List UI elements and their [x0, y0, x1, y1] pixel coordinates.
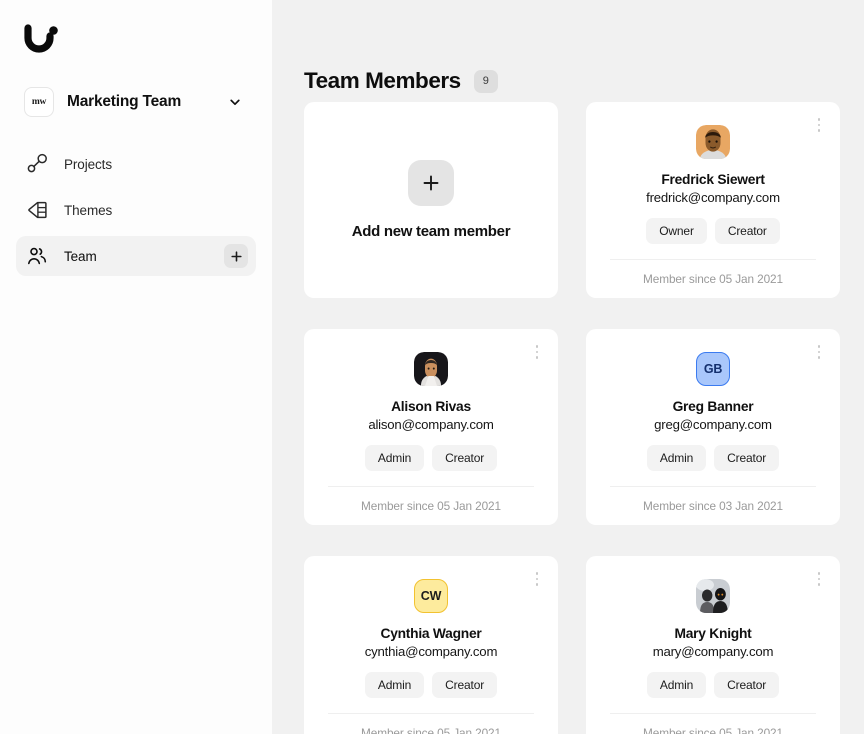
add-team-member-button[interactable]: [224, 244, 248, 268]
member-since: Member since 05 Jan 2021: [304, 726, 558, 734]
member-name: Fredrick Siewert: [661, 172, 764, 187]
nodes-icon: [26, 153, 48, 175]
avatar: [696, 579, 730, 613]
member-email: cynthia@company.com: [365, 644, 497, 659]
sidebar-item-label: Themes: [64, 203, 248, 218]
role-chip[interactable]: Creator: [714, 445, 779, 471]
member-since: Member since 03 Jan 2021: [586, 499, 840, 513]
member-name: Alison Rivas: [391, 399, 471, 414]
member-name: Greg Banner: [673, 399, 754, 414]
page-header: Team Members 9: [304, 0, 840, 102]
member-name: Mary Knight: [675, 626, 752, 641]
member-count-badge: 9: [474, 70, 498, 93]
role-chip[interactable]: Admin: [647, 445, 706, 471]
role-chip[interactable]: Creator: [714, 672, 779, 698]
kebab-menu-icon[interactable]: [528, 341, 546, 363]
divider: [328, 713, 534, 714]
chevron-down-icon: [228, 95, 242, 109]
users-icon: [26, 245, 48, 267]
member-roles: Admin Creator: [647, 445, 779, 471]
avatar-initials: CW: [421, 589, 441, 603]
member-roles: Admin Creator: [647, 672, 779, 698]
add-member-label: Add new team member: [352, 223, 511, 240]
member-email: mary@company.com: [653, 644, 774, 659]
divider: [610, 713, 816, 714]
member-since: Member since 05 Jan 2021: [304, 499, 558, 513]
plus-icon: [423, 175, 439, 191]
role-chip[interactable]: Creator: [432, 445, 497, 471]
role-chip[interactable]: Admin: [365, 445, 424, 471]
sidebar-item-label: Team: [64, 249, 224, 264]
member-email: fredrick@company.com: [646, 190, 780, 205]
member-since: Member since 05 Jan 2021: [586, 272, 840, 286]
avatar-photo-fredrick: [696, 125, 730, 159]
role-chip[interactable]: Owner: [646, 218, 707, 244]
add-member-icon-button[interactable]: [408, 160, 454, 206]
member-card: Fredrick Siewert fredrick@company.com Ow…: [586, 102, 840, 298]
avatar: [696, 125, 730, 159]
kebab-menu-icon[interactable]: [810, 568, 828, 590]
avatar: GB: [696, 352, 730, 386]
tag-icon: [26, 199, 48, 221]
workspace-switcher[interactable]: mw Marketing Team: [16, 78, 256, 126]
avatar: [414, 352, 448, 386]
sidebar-item-label: Projects: [64, 157, 248, 172]
app-root: mw Marketing Team Projects: [0, 0, 864, 734]
sidebar-item-projects[interactable]: Projects: [16, 144, 256, 184]
role-chip[interactable]: Admin: [647, 672, 706, 698]
avatar-photo-mary: [696, 579, 730, 613]
member-roles: Admin Creator: [365, 672, 497, 698]
kebab-menu-icon[interactable]: [810, 114, 828, 136]
avatar-initials: GB: [704, 362, 722, 376]
divider: [328, 486, 534, 487]
avatar: CW: [414, 579, 448, 613]
role-chip[interactable]: Creator: [715, 218, 780, 244]
member-name: Cynthia Wagner: [380, 626, 481, 641]
page-title: Team Members: [304, 68, 461, 94]
member-card: Alison Rivas alison@company.com Admin Cr…: [304, 329, 558, 525]
sidebar-item-team[interactable]: Team: [16, 236, 256, 276]
role-chip[interactable]: Creator: [432, 672, 497, 698]
kebab-menu-icon[interactable]: [810, 341, 828, 363]
ui-logo-mark-icon: [24, 22, 62, 58]
member-email: greg@company.com: [654, 417, 772, 432]
member-card: Mary Knight mary@company.com Admin Creat…: [586, 556, 840, 734]
member-card: CW Cynthia Wagner cynthia@company.com Ad…: [304, 556, 558, 734]
workspace-avatar: mw: [24, 87, 54, 117]
sidebar-item-themes[interactable]: Themes: [16, 190, 256, 230]
member-email: alison@company.com: [368, 417, 493, 432]
sidebar: mw Marketing Team Projects: [0, 0, 272, 734]
member-roles: Owner Creator: [646, 218, 780, 244]
divider: [610, 486, 816, 487]
member-roles: Admin Creator: [365, 445, 497, 471]
logo[interactable]: [0, 0, 272, 66]
role-chip[interactable]: Admin: [365, 672, 424, 698]
workspace-name: Marketing Team: [67, 93, 228, 111]
team-members-grid: Add new team member Fredrick S: [304, 102, 840, 734]
main-content: Team Members 9 Add new team member: [272, 0, 864, 734]
plus-icon: [231, 251, 242, 262]
member-since: Member since 05 Jan 2021: [586, 726, 840, 734]
add-new-member-card[interactable]: Add new team member: [304, 102, 558, 298]
member-card: GB Greg Banner greg@company.com Admin Cr…: [586, 329, 840, 525]
sidebar-nav: Projects Themes: [0, 144, 272, 276]
avatar-photo-alison: [414, 352, 448, 386]
kebab-menu-icon[interactable]: [528, 568, 546, 590]
divider: [610, 259, 816, 260]
